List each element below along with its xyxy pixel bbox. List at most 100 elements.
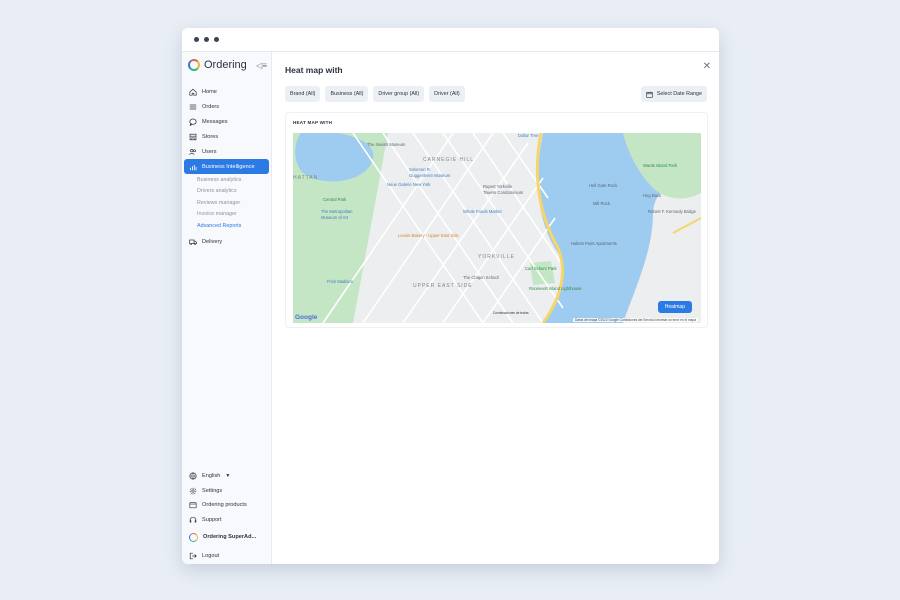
list-icon [189, 104, 197, 109]
window-dot[interactable] [214, 37, 219, 42]
ordering-logo-icon [188, 59, 200, 71]
submenu-drivers-analytics[interactable]: Drivers analytics [182, 186, 271, 198]
window-icon [189, 502, 197, 509]
truck-icon [189, 239, 197, 245]
gear-icon [189, 487, 197, 494]
language-selector[interactable]: English ▼ [184, 469, 269, 484]
sidebar-item-orders[interactable]: Orders [184, 99, 269, 114]
sidebar-item-label: Users [202, 148, 217, 155]
sidebar-item-label: Ordering products [202, 502, 247, 509]
map-label: Levain Bakery - Upper East Side [398, 233, 459, 238]
map-label: Frick Madison [327, 279, 354, 284]
calendar-icon [646, 91, 653, 98]
ordering-logo-icon [189, 532, 198, 542]
date-range-button[interactable]: Select Date Range [640, 86, 707, 102]
submenu-invoice-manager[interactable]: Invoice manager [182, 209, 271, 221]
chart-icon [190, 164, 197, 170]
map-label: YORKVILLE [478, 254, 515, 260]
caret-down-icon: ▼ [225, 473, 231, 480]
map-attribution[interactable]: Datos del mapa ©2022 Google Condiciones … [572, 318, 698, 322]
sidebar-item-label: Orders [202, 103, 220, 110]
google-logo: Google [295, 314, 318, 321]
map-label: Hell Gate Rock [589, 183, 618, 188]
sidebar: Ordering ◁≡ Home Orders Messages Stores [182, 52, 272, 564]
map-label: Rupert Yorkville [483, 184, 513, 189]
map-label: Towers Condominium [483, 190, 524, 195]
brand: Ordering ◁≡ [182, 52, 271, 78]
logout-button[interactable]: Logout [184, 547, 269, 564]
sidebar-item-label: Delivery [202, 239, 223, 245]
sidebar-item-label: Business Intelligence [202, 163, 255, 170]
map-label: CARNEGIE HILL [423, 157, 475, 163]
map-label: Robert F. Kennedy Bridge [648, 209, 696, 214]
keyboard-shortcuts-link[interactable]: Combinaciones de teclas [493, 311, 529, 315]
sidebar-item-label: Support [202, 516, 222, 523]
home-icon [189, 88, 197, 96]
map-label: Wards Island Park [643, 163, 678, 168]
account-name: Ordering SuperAd... [203, 534, 257, 540]
map[interactable]: The Jewish Museum CARNEGIE HILL Solomon … [293, 133, 701, 323]
page-title: Heat map with [285, 65, 343, 75]
sidebar-item-label: Settings [202, 487, 223, 494]
map-background [293, 133, 701, 323]
map-label: The Chapin School [463, 275, 499, 280]
brand-name: Ordering [204, 59, 247, 71]
map-label: Museum of Art [321, 215, 348, 220]
sidebar-item-settings[interactable]: Settings [184, 484, 269, 499]
sidebar-item-business-intelligence[interactable]: Business Intelligence [184, 159, 269, 174]
window-dot[interactable] [194, 37, 199, 42]
driver-group-filter-button[interactable]: Driver group (All) [373, 86, 425, 102]
window-dot[interactable] [204, 37, 209, 42]
submenu-business-analytics[interactable]: Business analytics [182, 174, 271, 186]
map-label: HATTAN [293, 175, 319, 181]
sidebar-nav: Home Orders Messages Stores Users Busine… [182, 84, 271, 250]
chat-icon [189, 118, 197, 126]
filter-bar: Brand (All) Business (All) Driver group … [285, 86, 465, 102]
map-label: UPPER EAST SIDE [413, 283, 473, 289]
sidebar-item-label: Home [202, 88, 217, 95]
sidebar-item-stores[interactable]: Stores [184, 129, 269, 144]
window-titlebar [182, 28, 719, 52]
map-label: Carl Schurz Park [525, 266, 557, 271]
sidebar-bottom: English ▼ Settings Ordering products Sup… [182, 469, 271, 564]
map-label: Hog Back [643, 193, 662, 198]
submenu-reviews-manager[interactable]: Reviews manager [182, 197, 271, 209]
sidebar-item-label: Stores [202, 133, 219, 140]
sidebar-item-delivery[interactable]: Delivery [184, 235, 269, 250]
map-label: Whole Foods Market [463, 209, 502, 214]
close-icon[interactable]: ✕ [703, 61, 711, 72]
map-label: Roosevelt Island Lighthouse [529, 286, 582, 291]
headset-icon [189, 516, 197, 523]
sidebar-item-support[interactable]: Support [184, 513, 269, 528]
map-label: Guggenheim Museum [409, 173, 451, 178]
map-label: Dollar Tree [518, 133, 539, 138]
sidebar-item-ordering-products[interactable]: Ordering products [184, 498, 269, 513]
sidebar-item-home[interactable]: Home [184, 84, 269, 99]
heatmap-card: HEAT MAP WITH The Jewish Museum CARNEGIE… [285, 112, 708, 328]
map-label: Mill Rock [593, 201, 610, 206]
collapse-sidebar-icon[interactable]: ◁≡ [256, 61, 267, 70]
submenu-advanced-reports[interactable]: Advanced Reports [182, 220, 271, 232]
store-icon [189, 133, 197, 140]
account-menu[interactable]: Ordering SuperAd... [184, 527, 269, 547]
driver-filter-button[interactable]: Driver (All) [429, 86, 465, 102]
map-label: Hallets Point Apartments [571, 241, 617, 246]
map-label: Solomon R. [409, 167, 431, 172]
brand-filter-button[interactable]: Brand (All) [285, 86, 321, 102]
logout-label: Logout [202, 552, 220, 559]
business-filter-button[interactable]: Business (All) [325, 86, 369, 102]
app-window: Ordering ◁≡ Home Orders Messages Stores [182, 28, 719, 564]
map-label: The Metropolitan [321, 209, 353, 214]
users-icon [189, 148, 196, 155]
sidebar-item-users[interactable]: Users [184, 144, 269, 159]
sidebar-item-label: Messages [202, 118, 228, 125]
globe-icon [189, 472, 197, 480]
main-content: Heat map with ✕ Brand (All) Business (Al… [272, 52, 719, 564]
heatmap-toggle-button[interactable]: Heatmap [657, 301, 692, 313]
map-label: Neue Galerie New York [387, 182, 431, 187]
sidebar-item-messages[interactable]: Messages [184, 114, 269, 129]
map-label: The Jewish Museum [367, 142, 406, 147]
logout-icon [189, 552, 197, 559]
language-label: English [202, 473, 221, 480]
date-range-label: Select Date Range [656, 91, 702, 97]
